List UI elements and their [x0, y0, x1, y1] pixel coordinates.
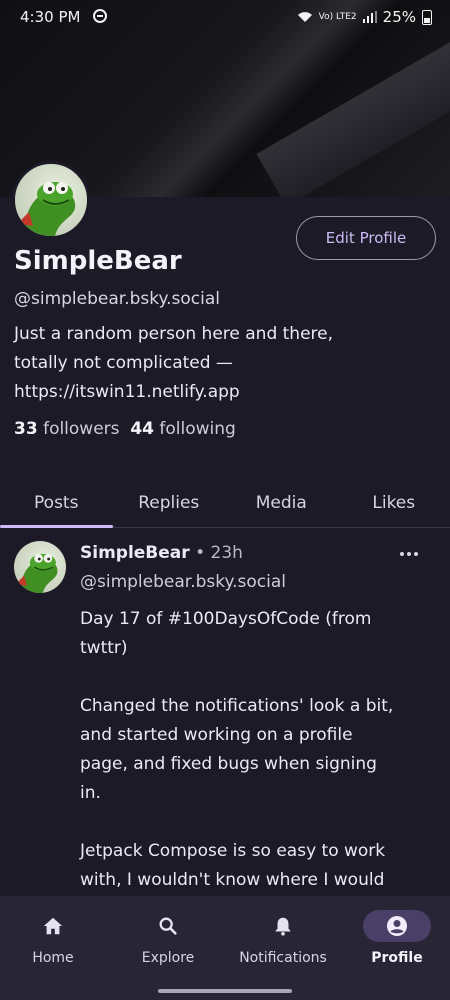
following-label[interactable]: following: [159, 419, 235, 439]
nav-explore[interactable]: Explore: [118, 910, 218, 966]
post-author-avatar[interactable]: [14, 541, 66, 593]
edit-profile-button[interactable]: Edit Profile: [296, 216, 436, 260]
do-not-disturb-icon: [93, 9, 107, 23]
battery-level: 25%: [382, 8, 416, 26]
post-text[interactable]: Day 17 of #100DaysOfCode (from twttr) Ch…: [80, 605, 440, 895]
home-icon: [43, 917, 63, 935]
tab-media[interactable]: Media: [225, 483, 338, 527]
post-time: 23h: [210, 543, 243, 563]
nav-notifications[interactable]: Notifications: [233, 910, 333, 966]
network-indicator: Vo) LTE2: [318, 11, 357, 22]
followers-count[interactable]: 33: [14, 419, 38, 439]
gesture-bar: [158, 989, 292, 993]
nav-explore-label: Explore: [141, 950, 195, 966]
nav-profile-label: Profile: [371, 950, 423, 966]
profile-tabs: Posts Replies Media Likes: [0, 483, 450, 528]
search-icon: [159, 917, 177, 935]
profile-avatar[interactable]: [12, 161, 90, 239]
profile-handle: @simplebear.bsky.social: [14, 289, 221, 309]
bottom-navigation: Home Explore Notifications Profile: [0, 896, 450, 1000]
status-time: 4:30 PM: [20, 8, 81, 26]
profile-name: SimpleBear: [14, 246, 182, 276]
tab-replies[interactable]: Replies: [113, 483, 226, 527]
profile-bio: Just a random person here and there, tot…: [14, 324, 334, 402]
bell-icon: [275, 917, 291, 936]
post-more-options-icon[interactable]: [400, 552, 418, 556]
post-author-name[interactable]: SimpleBear: [80, 543, 190, 563]
follow-counts: 33 followers 44 following: [14, 419, 236, 439]
nav-profile[interactable]: Profile: [347, 910, 447, 966]
signal-icon: [362, 11, 377, 23]
status-bar: 4:30 PM Vo) LTE2 25%: [0, 0, 450, 34]
nav-notifications-label: Notifications: [239, 950, 327, 966]
post-author-handle[interactable]: @simplebear.bsky.social: [80, 572, 286, 592]
account-circle-icon: [387, 916, 407, 936]
followers-label[interactable]: followers: [43, 419, 119, 439]
tab-likes[interactable]: Likes: [338, 483, 450, 527]
following-count[interactable]: 44: [130, 419, 154, 439]
post-header: SimpleBear • 23h: [80, 543, 243, 563]
tab-posts[interactable]: Posts: [0, 483, 113, 528]
battery-icon: [422, 9, 432, 25]
nav-home[interactable]: Home: [3, 910, 103, 966]
nav-home-label: Home: [32, 950, 74, 966]
post-separator: •: [195, 543, 206, 563]
wifi-icon: [297, 12, 312, 22]
